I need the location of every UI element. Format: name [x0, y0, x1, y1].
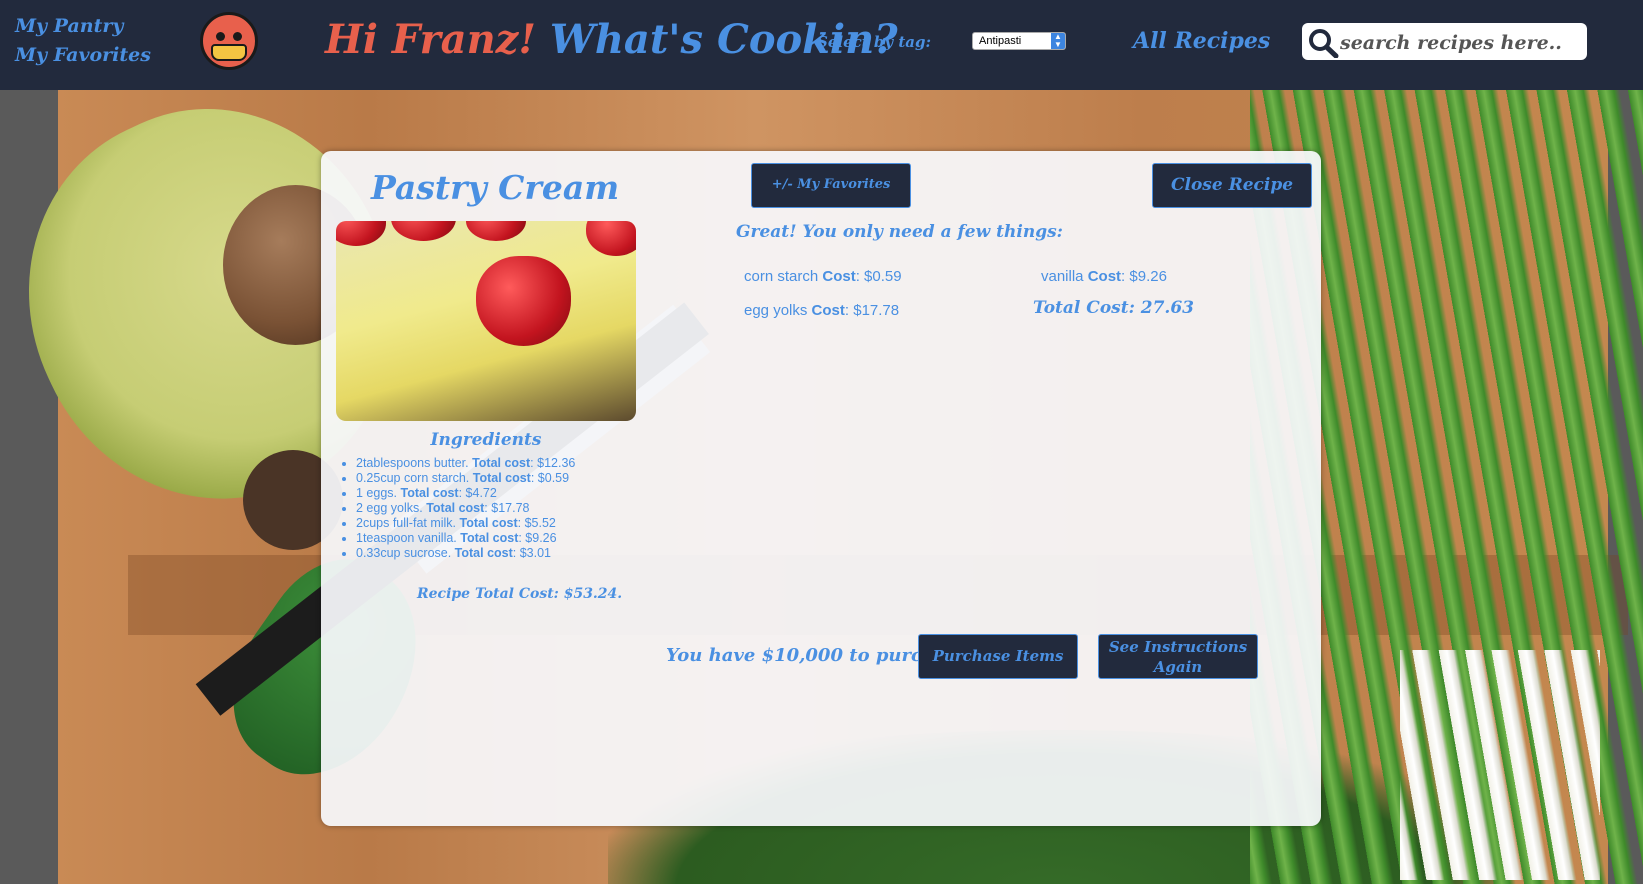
tag-select-dropdown[interactable]: Antipasti ▲ ▼ — [972, 32, 1066, 50]
search-input[interactable] — [1338, 27, 1582, 59]
recipe-image — [336, 221, 636, 421]
needed-items-heading: Great! You only need a few things: — [736, 222, 1063, 242]
recipe-card: Pastry Cream Ingredients 2tablespoons bu… — [321, 151, 1321, 826]
recipe-title: Pastry Cream — [371, 168, 620, 207]
tag-selected-value: Antipasti — [979, 35, 1022, 47]
list-item: 2tablespoons butter. Total cost: $12.36 — [356, 456, 575, 471]
magnifier-icon — [1309, 29, 1339, 58]
purchase-items-button[interactable]: Purchase Items — [918, 634, 1078, 679]
masked-tomato-face-icon — [200, 12, 258, 70]
needed-item: egg yolks Cost: $17.78 — [744, 302, 900, 319]
toggle-favorites-button[interactable]: +/- My Favorites — [751, 163, 911, 208]
tag-select-label: Select by tag: — [817, 33, 932, 51]
nav-links: My Pantry My Favorites — [15, 12, 151, 70]
recipe-total-cost: Recipe Total Cost: $53.24. — [417, 586, 623, 602]
needed-total-cost: Total Cost: 27.63 — [1033, 298, 1195, 318]
list-item: 2 egg yolks. Total cost: $17.78 — [356, 501, 575, 516]
all-recipes-link[interactable]: All Recipes — [1133, 24, 1270, 58]
chevron-updown-icon: ▲ ▼ — [1051, 33, 1065, 49]
green-onion-bulbs — [1400, 650, 1600, 880]
see-instructions-button[interactable]: See Instructions Again — [1098, 634, 1258, 679]
nav-my-favorites[interactable]: My Favorites — [15, 41, 151, 70]
needed-item: vanilla Cost: $9.26 — [1041, 268, 1167, 285]
top-navbar: My Pantry My Favorites Hi Franz! What's … — [0, 0, 1643, 90]
page-title: Hi Franz! What's Cookin? — [325, 10, 898, 70]
list-item: 0.25cup corn starch. Total cost: $0.59 — [356, 471, 575, 486]
list-item: 0.33cup sucrose. Total cost: $3.01 — [356, 546, 575, 561]
ingredient-list: 2tablespoons butter. Total cost: $12.36 … — [336, 456, 575, 561]
list-item: 2cups full-fat milk. Total cost: $5.52 — [356, 516, 575, 531]
greeting-name: Hi Franz! — [325, 16, 536, 63]
list-item: 1 eggs. Total cost: $4.72 — [356, 486, 575, 501]
search-box[interactable] — [1302, 23, 1587, 60]
needed-item: corn starch Cost: $0.59 — [744, 268, 902, 285]
nav-my-pantry[interactable]: My Pantry — [15, 12, 151, 41]
list-item: 1teaspoon vanilla. Total cost: $9.26 — [356, 531, 575, 546]
close-recipe-button[interactable]: Close Recipe — [1152, 163, 1312, 208]
ingredients-heading: Ingredients — [430, 430, 542, 450]
